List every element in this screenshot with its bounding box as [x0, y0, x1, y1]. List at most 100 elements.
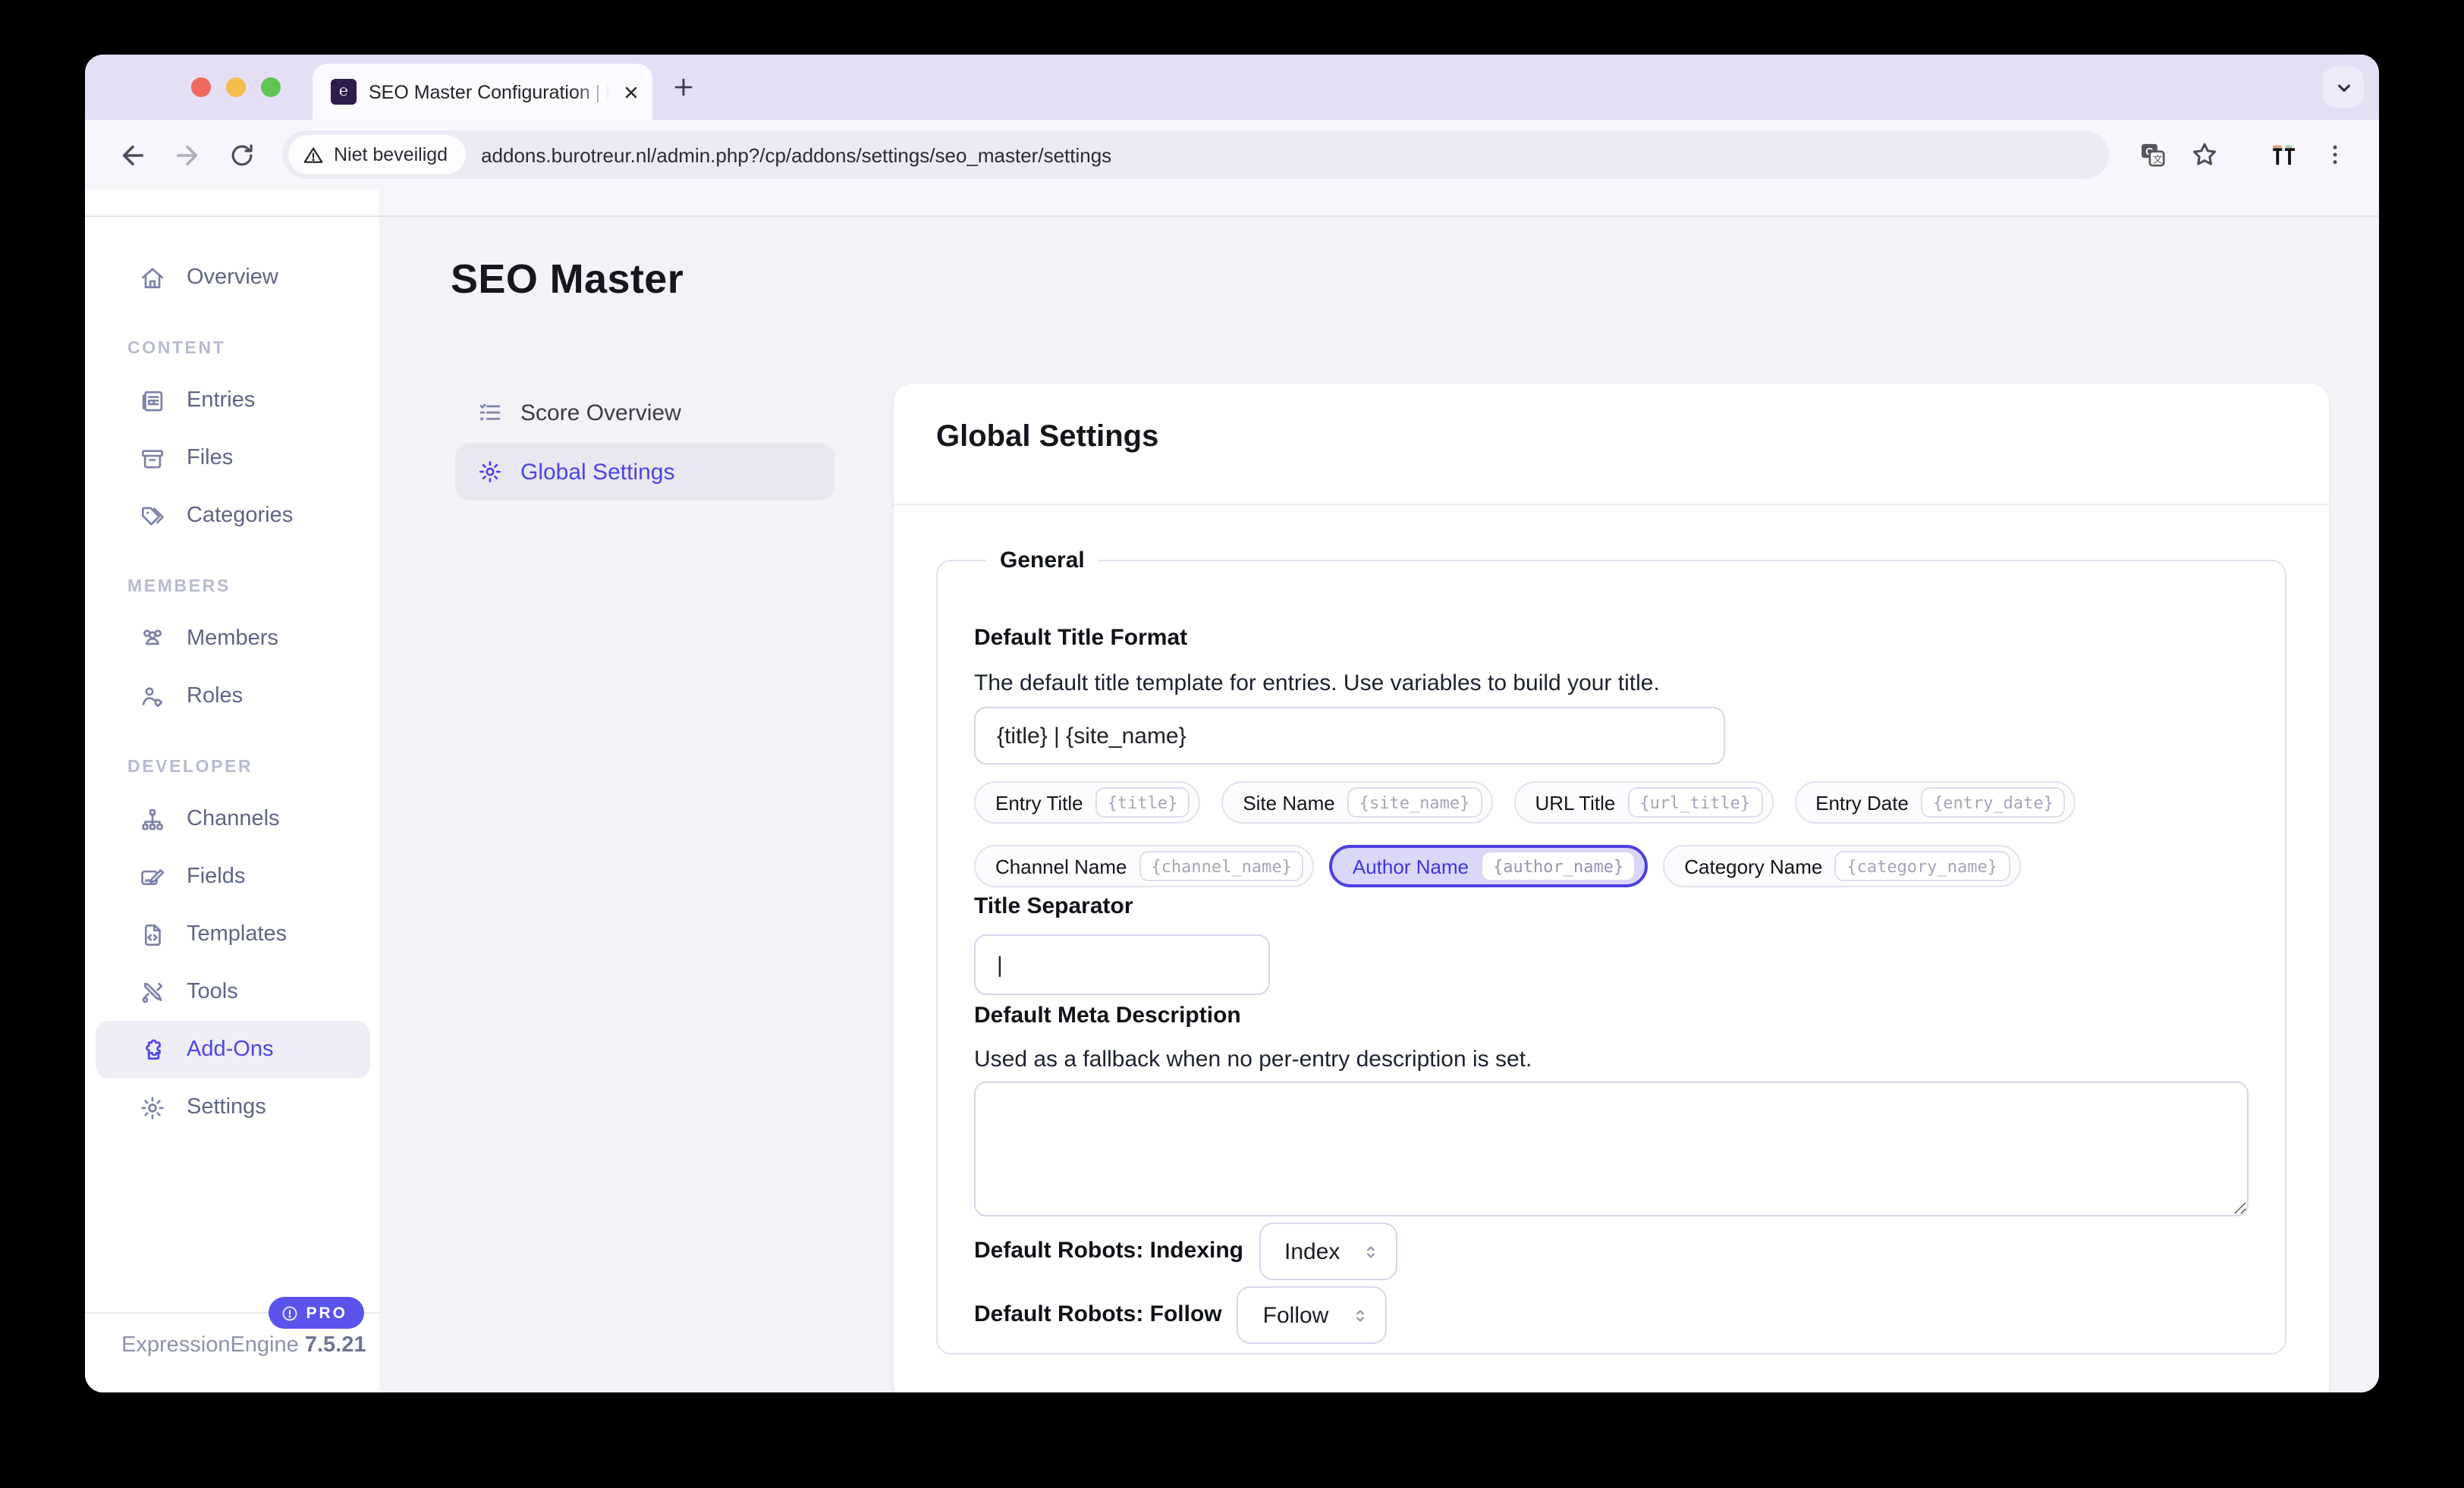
subnav-item-label: Score Overview: [520, 400, 681, 425]
sidebar-item-label: Members: [187, 626, 278, 651]
pro-badge: PRO: [268, 1297, 364, 1329]
page-title: SEO Master: [451, 256, 684, 302]
browser-menu-dots-icon[interactable]: [2312, 132, 2358, 177]
robots-follow-row: Default Robots: Follow Follow: [974, 1286, 2249, 1344]
tab-search-chevron-button[interactable]: [2323, 67, 2364, 108]
sidebar-item-label: Settings: [187, 1095, 266, 1119]
select-updown-icon: [1361, 1242, 1381, 1261]
zoom-window-button[interactable]: [261, 77, 281, 97]
security-label: Niet beveiligd: [334, 144, 448, 165]
browser-tab[interactable]: ℮ SEO Master Configuration | Ex: [313, 64, 652, 120]
url-bar[interactable]: Niet beveiligd addons.burotreur.nl/admin…: [282, 130, 2109, 179]
sidebar-item-categories[interactable]: Categories: [96, 487, 370, 545]
sidebar-section-members: MEMBERS: [127, 578, 231, 596]
sidebar-item-addons[interactable]: Add-Ons: [96, 1021, 370, 1078]
sidebar-item-label: Channels: [187, 807, 280, 831]
variable-pill-entry-date[interactable]: Entry Date {entry_date}: [1794, 781, 2076, 824]
meta-description-label: Default Meta Description: [974, 1003, 1241, 1028]
window-controls: [191, 77, 281, 97]
variable-code: {channel_name}: [1139, 851, 1304, 881]
subnav-item-score-overview[interactable]: Score Overview: [455, 384, 834, 441]
checklist-icon: [476, 399, 504, 426]
tools-icon: [138, 978, 167, 1006]
variable-pill-channel-name[interactable]: Channel Name {channel_name}: [974, 845, 1315, 887]
variable-code: {site_name}: [1347, 787, 1482, 818]
forward-icon[interactable]: [164, 132, 209, 177]
robots-indexing-select[interactable]: Index: [1259, 1223, 1398, 1280]
sidebar-item-settings[interactable]: Settings: [96, 1078, 370, 1136]
sidebar-item-overview[interactable]: Overview: [96, 249, 370, 306]
variable-pills-row-1: Entry Title {title} Site Name {site_name…: [974, 781, 2249, 824]
sidebar-item-roles[interactable]: Roles: [96, 667, 370, 725]
sidebar-item-entries[interactable]: Entries: [96, 372, 370, 429]
variable-pill-author-name[interactable]: Author Name {author_name}: [1329, 845, 1648, 887]
user-tag-icon: [138, 682, 167, 711]
meta-description-textarea[interactable]: [974, 1081, 2249, 1216]
variable-pill-category-name[interactable]: Category Name {category_name}: [1663, 845, 2021, 887]
cp-sidebar: Overview CONTENT Entries Files Categorie…: [85, 190, 379, 1392]
desktop: ℮ SEO Master Configuration | Ex Niet bev…: [0, 0, 2464, 1488]
variable-pill-url-title[interactable]: URL Title {url_title}: [1513, 781, 1774, 824]
newspaper-icon: [138, 386, 167, 415]
variable-pill-entry-title[interactable]: Entry Title {title}: [974, 781, 1201, 824]
pencil-card-icon: [138, 862, 167, 891]
sidebar-item-label: Overview: [187, 265, 278, 290]
variable-code: {url_title}: [1627, 787, 1763, 818]
robots-follow-select[interactable]: Follow: [1237, 1286, 1387, 1344]
sitemap-icon: [138, 805, 167, 833]
title-format-label: Default Title Format: [974, 625, 1188, 651]
puzzle-icon: [138, 1035, 167, 1064]
extension-icon[interactable]: [2261, 132, 2306, 177]
meta-description-description: Used as a fallback when no per-entry des…: [974, 1047, 1532, 1072]
minimize-window-button[interactable]: [226, 77, 246, 97]
cp-main: SEO Master Score Overview Global Setting…: [379, 190, 2379, 1392]
sidebar-item-label: Roles: [187, 684, 244, 708]
subnav-item-global-settings[interactable]: Global Settings: [455, 443, 834, 501]
variable-code: {author_name}: [1481, 851, 1636, 881]
gear-icon: [138, 1093, 167, 1122]
sidebar-section-developer: DEVELOPER: [127, 758, 253, 777]
toolbar-right-icons: G 文: [2130, 132, 2358, 177]
sidebar-item-fields[interactable]: Fields: [96, 848, 370, 906]
browser-window: ℮ SEO Master Configuration | Ex Niet bev…: [85, 55, 2379, 1392]
sidebar-item-label: Templates: [187, 922, 288, 946]
sidebar-item-label: Tools: [187, 980, 238, 1004]
sidebar-item-label: Entries: [187, 388, 256, 413]
addon-subnav: Score Overview Global Settings: [455, 384, 834, 501]
variable-pill-site-name[interactable]: Site Name {site_name}: [1221, 781, 1493, 824]
reload-icon[interactable]: [218, 132, 264, 177]
cp-header-divider: [85, 215, 2379, 217]
sidebar-footer: PRO ExpressionEngine 7.5.21: [85, 1297, 379, 1392]
home-icon: [138, 263, 167, 292]
tab-close-icon[interactable]: [622, 83, 640, 101]
app-version: ExpressionEngine 7.5.21: [121, 1333, 366, 1358]
site-security-chip[interactable]: Niet beveiligd: [288, 135, 467, 174]
sidebar-item-templates[interactable]: Templates: [96, 906, 370, 963]
robots-follow-label: Default Robots: Follow: [974, 1301, 1222, 1327]
robots-indexing-row: Default Robots: Indexing Index: [974, 1223, 2249, 1280]
new-tab-button[interactable]: [671, 74, 696, 100]
sidebar-item-label: Add-Ons: [187, 1038, 274, 1062]
sidebar-section-content: CONTENT: [127, 340, 226, 358]
cp-page: Overview CONTENT Entries Files Categorie…: [85, 190, 2379, 1392]
close-window-button[interactable]: [191, 77, 211, 97]
sidebar-item-members[interactable]: Members: [96, 610, 370, 667]
panel-title: Global Settings: [936, 420, 1159, 454]
title-format-input[interactable]: [974, 707, 1725, 764]
svg-text:文: 文: [2153, 154, 2163, 165]
title-separator-input[interactable]: [974, 934, 1270, 995]
panel-header: Global Settings: [894, 384, 2329, 505]
sidebar-item-files[interactable]: Files: [96, 429, 370, 487]
sidebar-item-label: Categories: [187, 504, 294, 528]
tags-icon: [138, 501, 167, 530]
variable-pills-row-2: Channel Name {channel_name} Author Name …: [974, 845, 2249, 887]
bookmark-star-icon[interactable]: [2182, 132, 2227, 177]
expressionengine-favicon: ℮: [331, 79, 357, 105]
sidebar-item-tools[interactable]: Tools: [96, 963, 370, 1021]
back-icon[interactable]: [109, 132, 155, 177]
sidebar-item-channels[interactable]: Channels: [96, 790, 370, 848]
tab-title: SEO Master Configuration | Ex: [369, 81, 610, 102]
alert-circle-icon: [281, 1305, 297, 1320]
translate-icon[interactable]: G 文: [2130, 132, 2176, 177]
title-format-description: The default title template for entries. …: [974, 670, 1660, 696]
